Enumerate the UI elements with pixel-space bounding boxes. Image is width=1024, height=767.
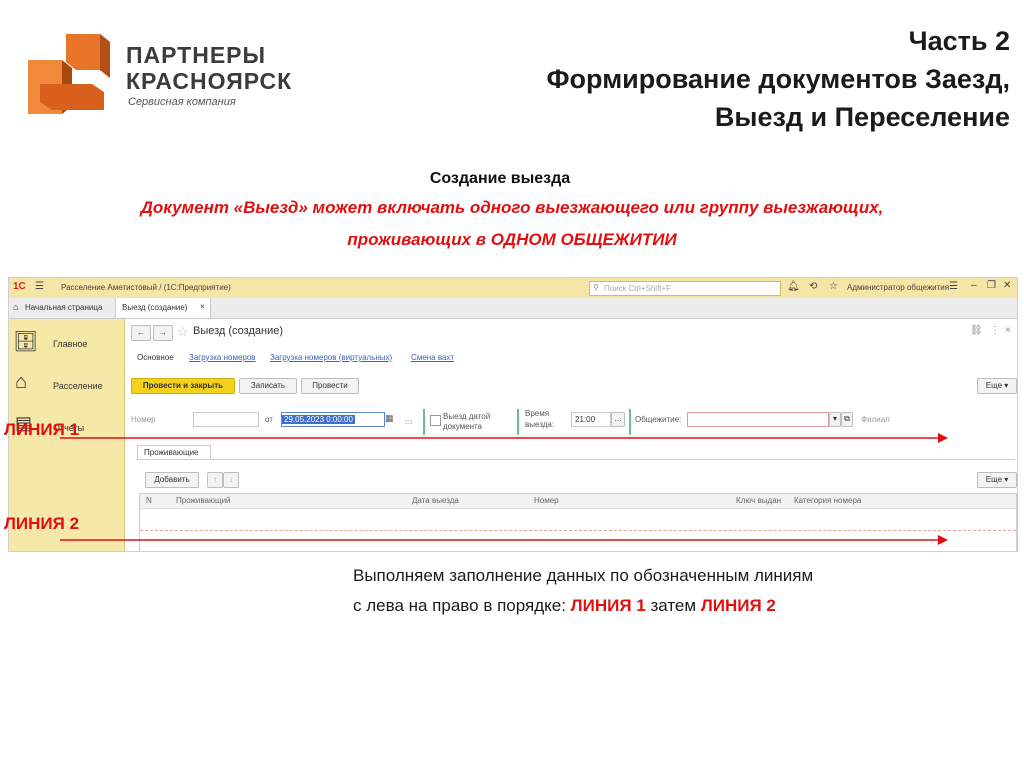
date-value: 29.05.2023 0:00:00 bbox=[282, 415, 355, 424]
sidebar-item-label: Расселение bbox=[53, 381, 103, 391]
settings-icon[interactable]: ☰ bbox=[949, 281, 958, 292]
dormitory-label: Общежитие: bbox=[635, 415, 682, 424]
document-note-2: проживающих в ОДНОМ ОБЩЕЖИТИИ bbox=[347, 230, 677, 249]
close-icon[interactable]: ✕ bbox=[1003, 280, 1011, 291]
more-button[interactable]: Еще ▾ bbox=[977, 378, 1017, 394]
subtab-main[interactable]: Основное bbox=[137, 353, 174, 362]
house-icon: ⌂ bbox=[15, 371, 28, 393]
instruction-prefix: с лева на право в порядке: bbox=[353, 596, 566, 615]
from-label: от bbox=[265, 415, 273, 424]
number-label: Номер bbox=[131, 415, 156, 424]
time-field[interactable]: 21:00 bbox=[571, 412, 611, 427]
tab-home[interactable]: Начальная страница bbox=[25, 303, 102, 312]
app-logo: 1С bbox=[13, 281, 26, 292]
logo-title-1: ПАРТНЕРЫ bbox=[126, 42, 267, 68]
post-button[interactable]: Провести bbox=[301, 378, 359, 394]
save-button[interactable]: Записать bbox=[239, 378, 297, 394]
line2-arrowhead-icon bbox=[938, 535, 948, 545]
global-search[interactable]: ⚲ Поиск Ctrl+Shift+F bbox=[589, 281, 781, 296]
branch-label: Филиал bbox=[861, 415, 890, 424]
checkout-date-label-1: Выезд датой bbox=[443, 412, 491, 421]
instruction-step1: ЛИНИЯ 1 bbox=[570, 596, 646, 615]
logo-title-2: КРАСНОЯРСК bbox=[126, 68, 293, 94]
app-title-bar: 1С ☰ Расселение Аметистовый / (1С:Предпр… bbox=[9, 278, 1017, 299]
menu-icon[interactable]: ☰ bbox=[35, 281, 44, 292]
instruction-step2: ЛИНИЯ 2 bbox=[700, 596, 776, 615]
subtab-load-virtual-rooms[interactable]: Загрузка номеров (виртуальных) bbox=[270, 353, 392, 362]
sidebar-item-main[interactable]: 🗄︎ Главное bbox=[13, 329, 121, 359]
history-icon[interactable]: ⟲ bbox=[809, 281, 817, 292]
annotation-arrows bbox=[60, 433, 948, 545]
page-title: Часть 2 Формирование документов Заезд, В… bbox=[547, 22, 1010, 136]
instruction-line-2: с лева на право в порядке: ЛИНИЯ 1 затем… bbox=[353, 596, 776, 616]
time-picker-button[interactable]: … bbox=[611, 412, 625, 427]
sidebar-item-settlement[interactable]: ⌂ Расселение bbox=[13, 371, 121, 401]
instruction-line-1: Выполняем заполнение данных по обозначен… bbox=[353, 566, 814, 585]
subtab-load-rooms[interactable]: Загрузка номеров bbox=[189, 353, 256, 362]
search-icon: ⚲ bbox=[593, 283, 599, 292]
dormitory-field[interactable] bbox=[687, 412, 829, 427]
logo-mark-icon bbox=[28, 34, 110, 114]
title-part: Часть 2 bbox=[908, 26, 1010, 56]
calc-icon[interactable]: ▭ bbox=[405, 417, 413, 426]
post-and-close-button[interactable]: Провести и закрыть bbox=[131, 378, 235, 394]
form-close-icon[interactable]: × bbox=[1005, 325, 1011, 336]
title-line-2: Выезд и Переселение bbox=[714, 102, 1010, 132]
time-label-1: Время bbox=[525, 409, 550, 418]
tab-current-label: Выезд (создание) bbox=[122, 303, 188, 312]
checkout-date-checkbox[interactable] bbox=[430, 415, 441, 426]
date-field[interactable]: 29.05.2023 0:00:00 bbox=[281, 412, 385, 427]
forward-button[interactable]: → bbox=[153, 325, 173, 341]
sidebar-item-label: Главное bbox=[53, 339, 88, 349]
more-button-label: Еще bbox=[985, 381, 1003, 390]
desk-icon: 🗄︎ bbox=[13, 331, 39, 353]
company-logo bbox=[22, 30, 114, 114]
line1-arrowhead-icon bbox=[938, 433, 948, 443]
back-button[interactable]: ← bbox=[131, 325, 151, 341]
more-vertical-icon[interactable]: ⋮ bbox=[990, 325, 1000, 336]
star-icon[interactable]: ☆ bbox=[829, 281, 838, 292]
instruction-mid: затем bbox=[650, 596, 697, 615]
bell-icon[interactable]: 🔔︎ bbox=[787, 281, 800, 292]
tab-current[interactable]: Выезд (создание) × bbox=[115, 298, 211, 318]
title-line-1: Формирование документов Заезд, bbox=[546, 64, 1010, 94]
dormitory-dropdown-button[interactable]: ▾ bbox=[829, 412, 841, 427]
minimize-icon[interactable]: – bbox=[971, 280, 977, 291]
form-title: Выезд (создание) bbox=[193, 325, 284, 337]
window-title: Расселение Аметистовый / (1С:Предприятие… bbox=[61, 283, 231, 292]
document-note-1: Документ «Выезд» может включать одного в… bbox=[140, 198, 884, 217]
maximize-icon[interactable]: ❐ bbox=[987, 280, 996, 291]
tab-close-icon[interactable]: × bbox=[200, 302, 205, 311]
home-icon[interactable]: ⌂ bbox=[13, 302, 18, 312]
dormitory-open-button[interactable]: ⧉ bbox=[841, 412, 853, 427]
subtab-shift-change[interactable]: Смена вахт bbox=[411, 353, 454, 362]
link-icon[interactable]: ⛓︎ bbox=[970, 325, 983, 336]
favorite-star-icon[interactable]: ☆ bbox=[177, 324, 189, 340]
open-tabs-bar: ⌂ Начальная страница Выезд (создание) × bbox=[9, 298, 1017, 319]
calendar-icon[interactable]: ▦ bbox=[385, 413, 394, 424]
search-placeholder: Поиск Ctrl+Shift+F bbox=[604, 284, 672, 293]
time-value: 21:00 bbox=[575, 415, 596, 424]
number-field[interactable] bbox=[193, 412, 259, 427]
user-name[interactable]: Администратор общежития bbox=[847, 283, 949, 292]
section-subtitle: Создание выезда bbox=[429, 170, 571, 187]
logo-tagline: Сервисная компания bbox=[128, 96, 236, 108]
